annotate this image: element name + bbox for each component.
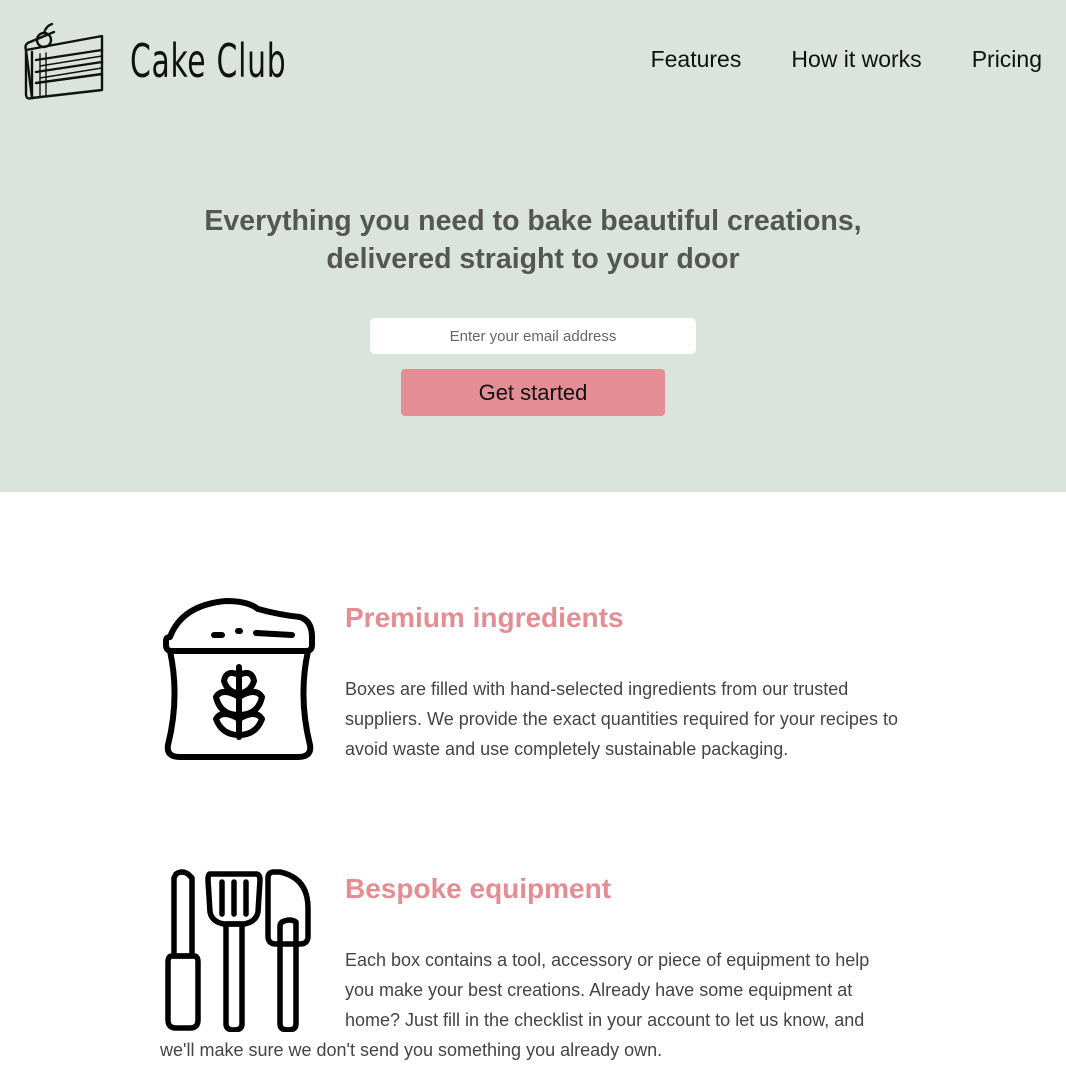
feature-body-ingredients: Boxes are filled with hand-selected ingr…	[345, 679, 898, 759]
brand-name[interactable]: Cake Club	[130, 26, 286, 96]
feature-body-equipment-line3: home? Just fill in the checklist in your…	[345, 1010, 865, 1030]
hero-headline: Everything you need to bake beautiful cr…	[204, 205, 862, 275]
nav-features[interactable]: Features	[651, 46, 742, 73]
baking-utensils-icon	[165, 869, 311, 1032]
feature-body-equipment-line2: you make your best creations. Already ha…	[345, 980, 853, 1000]
main-nav: Features How it works Pricing	[651, 46, 1042, 73]
feature-title-ingredients: Premium ingredients	[345, 602, 624, 633]
feature-body-equipment-line1: Each box contains a tool, accessory or p…	[345, 950, 870, 970]
get-started-button[interactable]: Get started	[401, 369, 665, 416]
nav-how-it-works[interactable]: How it works	[791, 46, 921, 73]
email-input[interactable]	[370, 318, 696, 354]
feature-body-equipment-line4: we'll make sure we don't send you someth…	[160, 1040, 663, 1060]
feature-title-equipment: Bespoke equipment	[345, 873, 612, 904]
hero-section: Cake Club Features How it works Pricing …	[0, 0, 1066, 492]
cake-slice-logo-icon[interactable]	[22, 20, 106, 104]
flour-sack-icon	[163, 598, 315, 760]
nav-pricing[interactable]: Pricing	[972, 46, 1042, 73]
